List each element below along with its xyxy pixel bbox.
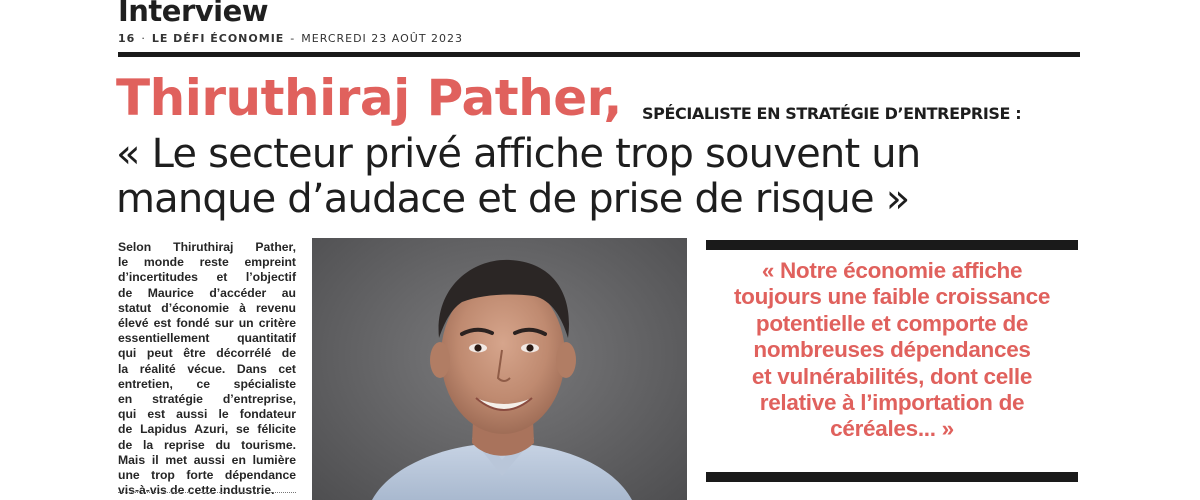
portrait-photo [312,238,687,500]
publication-name: LE DÉFI ÉCONOMIE [151,32,285,45]
pullquote-line: toujours une faible croissance [733,284,1051,310]
folio-separator: · [141,32,146,45]
lead-line: vis-à-vis de cette industrie. [118,483,275,498]
lead-line: Mais il met aussi en lumière [118,452,296,467]
folio-line: 16 · LE DÉFI ÉCONOMIE - MERCREDI 23 AOÛT 202… [118,32,463,45]
lead-line: qui est aussi le fondateur [118,407,296,422]
lead-line: le monde reste empreint [118,255,296,270]
lead-line: qui peut être décorrélé de [118,346,296,361]
headline-name: Thiruthiraj Pather, [116,69,622,127]
lead-line: Selon Thiruthiraj Pather, [118,240,296,254]
publication-date: MERCREDI 23 AOÛT 2023 [301,32,464,45]
lead-line: statut d’économie à revenu [118,300,296,315]
headline-quote-line: manque d’audace et de prise de risque » [116,176,910,222]
lead-line: de Lapidus Azuri, se félicite [118,422,296,437]
lead-line: élevé est fondé sur un critère [118,316,296,331]
pullquote-line: céréales... » [830,416,954,442]
lead-divider [118,492,296,494]
pullquote-line: et vulnérabilités, dont celle [751,363,1033,389]
section-title: Interview [118,0,269,28]
pullquote-rule-top [706,240,1078,250]
headline-quote: « Le secteur privé affiche trop souvent … [116,132,1088,222]
header-rule [118,52,1080,57]
folio-separator: - [290,32,296,45]
pullquote-line: nombreuses dépendances [753,337,1031,363]
pullquote-rule-bottom [706,472,1078,482]
lead-line: de Maurice d’accéder au [118,285,296,300]
lead-line: essentiellement quantitatif [118,331,296,346]
pullquote-line: potentielle et comporte de [755,310,1029,336]
page-number: 16 [118,32,136,45]
lead-paragraph: Selon Thiruthiraj Pather, le monde reste… [118,240,296,498]
pullquote-line: « Notre économie affiche [761,258,1023,283]
lead-line: de la reprise du tourisme. [118,437,296,452]
lead-line: en stratégie d’entreprise, [118,392,296,407]
lead-line: d’incertitudes et l’objectif [118,270,296,285]
headline-quote-line: « Le secteur privé affiche trop souvent … [116,131,921,177]
newspaper-page: Interview 16 · LE DÉFI ÉCONOMIE - MERCREDI 2… [0,0,1200,500]
headline-role: SPÉCIALISTE EN STRATÉGIE D’ENTREPRISE : [642,104,1022,123]
pullquote-line: relative à l’importation de [759,390,1025,416]
pullquote: « Notre économie affiche toujours une fa… [706,258,1078,443]
lead-line: une trop forte dépendance [118,468,296,483]
lead-line: entretien, ce spécialiste [118,376,296,391]
lead-line: la réalité vécue. Dans cet [118,361,296,376]
